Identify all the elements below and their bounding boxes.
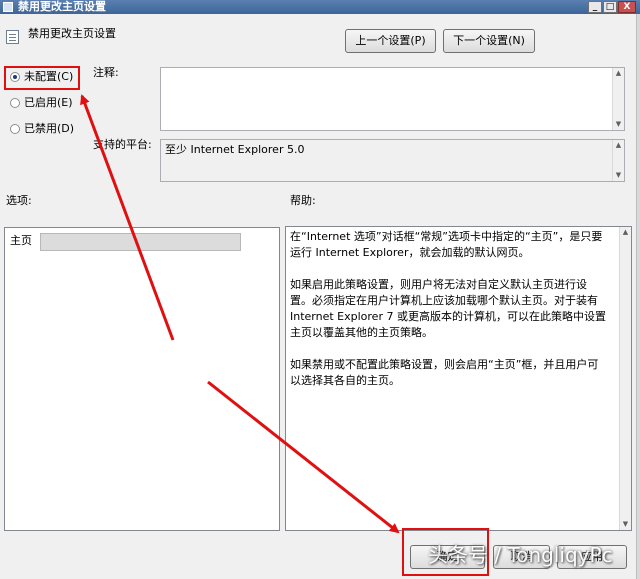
- arrow-to-ok-button: [207, 380, 400, 534]
- watermark: 头条号 / TongliqyPc: [428, 543, 613, 567]
- annotation-arrows: [80, 94, 400, 534]
- arrow-to-not-configured: [80, 94, 175, 341]
